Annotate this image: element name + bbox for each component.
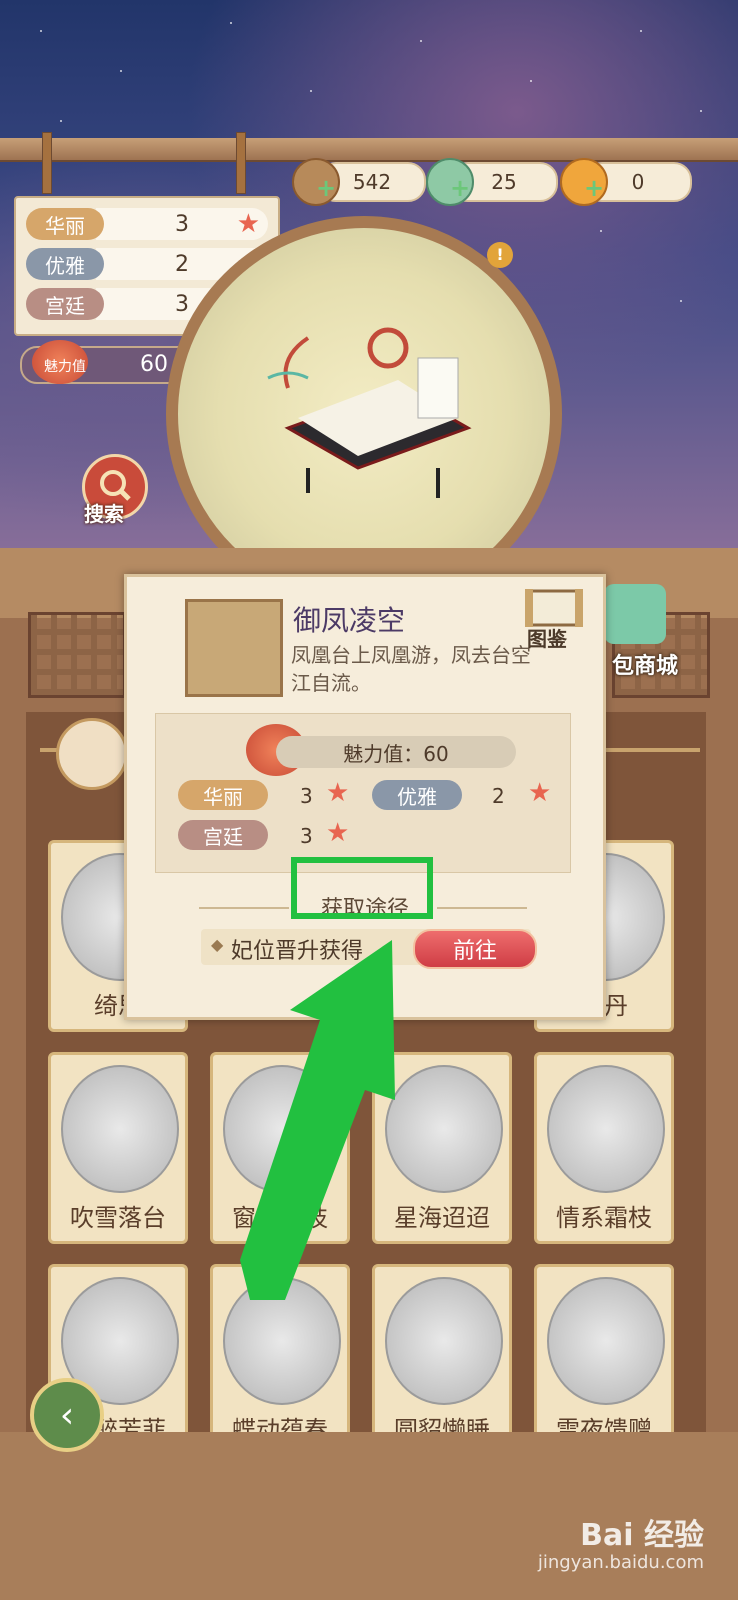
star (420, 40, 422, 42)
star-icon: ★ (326, 778, 350, 808)
furniture-card[interactable]: 吹雪落台 (48, 1052, 188, 1244)
attribute-label: 优雅 (26, 248, 104, 280)
item-title: 御凤凌空 (293, 604, 406, 637)
attribute-label: 宫廷 (26, 288, 104, 320)
furniture-card[interactable]: 情系霜枝 (534, 1052, 674, 1244)
card-image (385, 1277, 503, 1405)
search-label: 搜索 (84, 502, 124, 526)
star-icon: ★ (528, 778, 552, 808)
highlight-annotation-box (291, 857, 433, 919)
hanging-post (236, 132, 246, 194)
diamond-bullet-icon: ◆ (211, 935, 224, 954)
charm-pill: 魅力值：60 (276, 736, 516, 768)
stats-box: 魅力值：60 华丽 3 ★ 优雅 2 ★ 宫廷 3 ★ (155, 713, 571, 873)
star (600, 230, 602, 232)
item-description: 凤凰台上凤凰游，凤去台空江自流。 (291, 643, 531, 695)
lattice-window (28, 612, 126, 698)
furniture-preview (267, 327, 472, 498)
shop-label: 包商城 (612, 654, 679, 679)
star (640, 30, 642, 32)
card-image (547, 1065, 665, 1193)
jade-value: 25 (491, 170, 517, 194)
card-label: 窗含一枝 (232, 1204, 328, 1232)
hanging-post (42, 132, 52, 194)
top-wooden-beam (0, 138, 738, 162)
item-detail-popup: 御凤凌空 凤凰台上凤凰游，凤去台空江自流。 图鉴 魅力值：60 华丽 3 ★ 优… (124, 574, 606, 1020)
star (680, 300, 682, 302)
star (60, 120, 62, 122)
attribute-label: 华丽 (26, 208, 104, 240)
furniture-card[interactable]: 窗含一枝 (210, 1052, 350, 1244)
stat-label: 宫廷 (178, 820, 268, 850)
card-label: 吹雪落台 (70, 1204, 166, 1232)
go-button[interactable]: 前往 (413, 929, 537, 969)
stat-label: 优雅 (372, 780, 462, 810)
card-image (547, 1277, 665, 1405)
card-image (385, 1065, 503, 1193)
stat-value: 3 (300, 784, 313, 808)
info-icon[interactable]: ! (487, 242, 513, 268)
card-label: 情系霜枝 (556, 1204, 652, 1232)
stat-label: 华丽 (178, 780, 268, 810)
plus-icon[interactable]: + (450, 174, 470, 202)
card-image (223, 1065, 341, 1193)
copper-coin-value: 542 (352, 170, 392, 194)
watermark-url: jingyan.baidu.com (537, 1552, 704, 1573)
watermark-brand: Bai 经验 (580, 1518, 704, 1553)
source-label: 妃位晋升获得 (231, 939, 364, 964)
furniture-card[interactable]: 雪夜馈赠 (534, 1264, 674, 1456)
star (40, 30, 42, 32)
card-image (61, 1065, 179, 1193)
star (120, 70, 122, 72)
star (530, 80, 532, 82)
stat-value: 2 (492, 784, 505, 808)
star (310, 90, 312, 92)
card-label: 星海迢迢 (394, 1204, 490, 1232)
star-icon: ★ (326, 818, 350, 848)
item-thumbnail (185, 599, 283, 697)
plus-icon[interactable]: + (584, 174, 604, 202)
furniture-card[interactable]: 蝶动蕴春 (210, 1264, 350, 1456)
back-button[interactable]: ‹ (30, 1378, 104, 1452)
furniture-card[interactable]: 星海迢迢 (372, 1052, 512, 1244)
chevron-left-icon: ‹ (59, 1394, 75, 1436)
star (700, 110, 702, 112)
shop-gift-icon[interactable] (604, 584, 666, 644)
avatar[interactable] (56, 718, 128, 790)
card-image (223, 1277, 341, 1405)
plus-icon[interactable]: + (316, 174, 336, 202)
atlas-label: 图鉴 (527, 627, 567, 651)
charm-value: 60 (140, 352, 168, 377)
furniture-card[interactable]: 圆貂懒睡 (372, 1264, 512, 1456)
gold-ingot-value: 0 (631, 170, 645, 194)
stat-value: 3 (300, 824, 313, 848)
charm-label: 魅力值 (44, 359, 86, 375)
star (230, 22, 232, 24)
